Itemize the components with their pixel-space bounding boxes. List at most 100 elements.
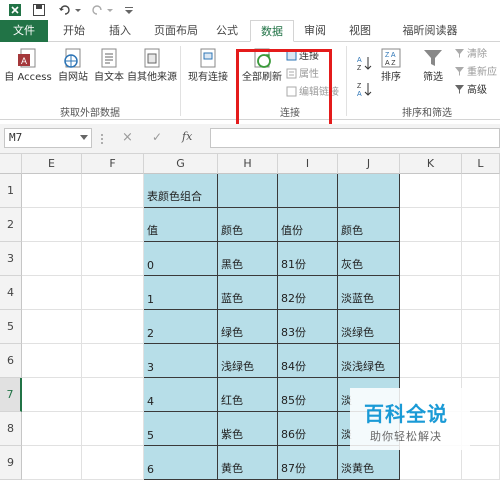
from-other-sources-button[interactable]: 自其他来源	[126, 46, 178, 84]
sort-button[interactable]: Z AA Z 排序	[376, 46, 406, 84]
cell-h3[interactable]: 黑色	[218, 242, 278, 276]
select-all-corner[interactable]	[0, 154, 22, 174]
cell-e5[interactable]	[22, 310, 82, 344]
from-web-button[interactable]: 自网站	[55, 46, 91, 84]
row-header-3[interactable]: 3	[0, 242, 22, 276]
cell-e4[interactable]	[22, 276, 82, 310]
row-header-6[interactable]: 6	[0, 344, 22, 378]
cell-j3[interactable]: 灰色	[338, 242, 400, 276]
cell-e3[interactable]	[22, 242, 82, 276]
tab-insert[interactable]: 插入	[102, 20, 138, 42]
cell-l3[interactable]	[462, 242, 500, 276]
cell-i8[interactable]: 86份	[278, 412, 338, 446]
cell-f6[interactable]	[82, 344, 144, 378]
cell-f3[interactable]	[82, 242, 144, 276]
cell-g8[interactable]: 5	[144, 412, 218, 446]
cell-k3[interactable]	[400, 242, 462, 276]
cell-l1[interactable]	[462, 174, 500, 208]
from-access-button[interactable]: A 自 Access	[2, 46, 54, 84]
cell-g6[interactable]: 3	[144, 344, 218, 378]
cell-h4[interactable]: 蓝色	[218, 276, 278, 310]
cell-f9[interactable]	[82, 446, 144, 480]
row-header-2[interactable]: 2	[0, 208, 22, 242]
cell-g9[interactable]: 6	[144, 446, 218, 480]
existing-connections-button[interactable]: 现有连接	[184, 46, 232, 84]
reapply-button[interactable]: 重新应	[454, 66, 497, 79]
row-header-1[interactable]: 1	[0, 174, 22, 208]
cell-j9[interactable]: 淡黄色	[338, 446, 400, 480]
cell-g5[interactable]: 2	[144, 310, 218, 344]
row-header-8[interactable]: 8	[0, 412, 22, 446]
cell-h8[interactable]: 紫色	[218, 412, 278, 446]
filter-button[interactable]: 筛选	[418, 46, 448, 84]
tab-home[interactable]: 开始	[56, 20, 92, 42]
name-box[interactable]: M7	[4, 128, 92, 148]
cell-h7[interactable]: 红色	[218, 378, 278, 412]
cell-j4[interactable]: 淡蓝色	[338, 276, 400, 310]
column-header-i[interactable]: I	[278, 154, 338, 174]
save-icon[interactable]	[32, 3, 46, 17]
undo-dropdown-icon[interactable]	[74, 3, 82, 17]
cell-l4[interactable]	[462, 276, 500, 310]
cell-i2[interactable]: 值份	[278, 208, 338, 242]
cell-f5[interactable]	[82, 310, 144, 344]
cell-h2[interactable]: 颜色	[218, 208, 278, 242]
cell-i3[interactable]: 81份	[278, 242, 338, 276]
cell-k9[interactable]	[400, 446, 462, 480]
cell-i1[interactable]	[278, 174, 338, 208]
cell-i7[interactable]: 85份	[278, 378, 338, 412]
cell-j6[interactable]: 淡浅绿色	[338, 344, 400, 378]
row-header-9[interactable]: 9	[0, 446, 22, 480]
tab-view[interactable]: 视图	[342, 20, 378, 42]
cell-f2[interactable]	[82, 208, 144, 242]
column-header-e[interactable]: E	[22, 154, 82, 174]
cell-j1[interactable]	[338, 174, 400, 208]
column-header-j[interactable]: J	[338, 154, 400, 174]
cell-k1[interactable]	[400, 174, 462, 208]
advanced-filter-button[interactable]: 高级	[454, 84, 487, 97]
cell-f8[interactable]	[82, 412, 144, 446]
row-header-7[interactable]: 7	[0, 378, 22, 412]
enter-icon[interactable]: ✓	[152, 130, 162, 144]
column-header-g[interactable]: G	[144, 154, 218, 174]
undo-icon[interactable]	[58, 3, 72, 17]
tab-page-layout[interactable]: 页面布局	[148, 20, 204, 42]
column-header-k[interactable]: K	[400, 154, 462, 174]
tab-formulas[interactable]: 公式	[212, 20, 242, 42]
tab-foxit-reader[interactable]: 福昕阅读器	[390, 20, 470, 42]
cell-g1[interactable]: 表颜色组合	[144, 174, 218, 208]
tab-data[interactable]: 数据	[250, 20, 294, 42]
cell-k6[interactable]	[400, 344, 462, 378]
cell-l2[interactable]	[462, 208, 500, 242]
cell-g3[interactable]: 0	[144, 242, 218, 276]
cell-i6[interactable]: 84份	[278, 344, 338, 378]
cell-g7[interactable]: 4	[144, 378, 218, 412]
cell-e1[interactable]	[22, 174, 82, 208]
cell-i9[interactable]: 87份	[278, 446, 338, 480]
tab-file[interactable]: 文件	[0, 20, 48, 42]
cancel-icon[interactable]: ×	[122, 130, 133, 145]
cell-l6[interactable]	[462, 344, 500, 378]
clear-filter-button[interactable]: 清除	[454, 48, 487, 61]
cell-j5[interactable]: 淡绿色	[338, 310, 400, 344]
redo-icon[interactable]	[90, 3, 104, 17]
column-header-l[interactable]: L	[462, 154, 500, 174]
cell-e2[interactable]	[22, 208, 82, 242]
cell-g4[interactable]: 1	[144, 276, 218, 310]
row-header-4[interactable]: 4	[0, 276, 22, 310]
cell-e7[interactable]	[22, 378, 82, 412]
sort-ascending-button[interactable]: AZ	[356, 54, 374, 72]
cell-h1[interactable]	[218, 174, 278, 208]
cell-f1[interactable]	[82, 174, 144, 208]
cell-g2[interactable]: 值	[144, 208, 218, 242]
cell-l9[interactable]	[462, 446, 500, 480]
cell-h6[interactable]: 浅绿色	[218, 344, 278, 378]
cell-f4[interactable]	[82, 276, 144, 310]
cell-e6[interactable]	[22, 344, 82, 378]
cell-k4[interactable]	[400, 276, 462, 310]
sort-descending-button[interactable]: ZA	[356, 80, 374, 98]
cell-h5[interactable]: 绿色	[218, 310, 278, 344]
formula-input[interactable]	[210, 128, 500, 148]
insert-function-icon[interactable]: fx	[182, 130, 192, 143]
row-header-5[interactable]: 5	[0, 310, 22, 344]
